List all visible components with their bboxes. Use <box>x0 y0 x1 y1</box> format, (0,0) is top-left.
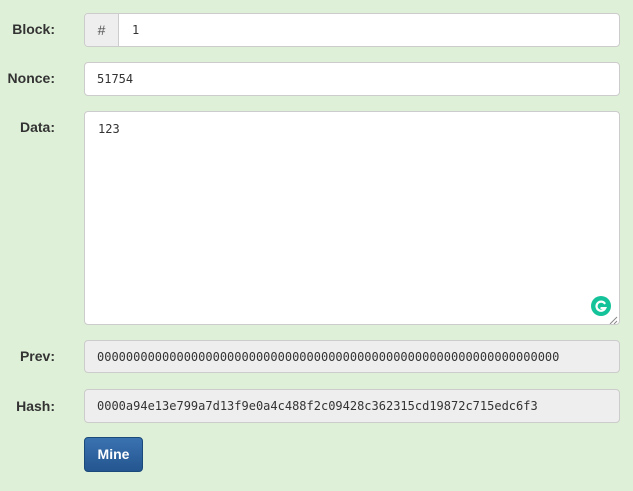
nonce-input[interactable]: 51754 <box>84 62 620 96</box>
hash-input: 0000a94e13e799a7d13f9e0a4c488f2c09428c36… <box>84 389 620 423</box>
data-textarea[interactable]: 123 <box>84 111 620 325</box>
grammarly-icon[interactable] <box>591 296 611 316</box>
block-label: Block: <box>12 21 55 37</box>
block-hash-addon: # <box>85 14 119 46</box>
prev-label: Prev: <box>19 348 55 364</box>
nonce-value: 51754 <box>97 72 134 86</box>
block-value: 1 <box>132 23 140 37</box>
nonce-label: Nonce: <box>7 70 55 86</box>
hash-label: Hash: <box>16 398 55 414</box>
data-label: Data: <box>19 119 55 135</box>
block-input[interactable]: # 1 <box>84 13 620 47</box>
mine-button[interactable]: Mine <box>84 437 143 472</box>
prev-value: 0000000000000000000000000000000000000000… <box>97 350 560 364</box>
hash-value: 0000a94e13e799a7d13f9e0a4c488f2c09428c36… <box>97 399 538 413</box>
data-value: 123 <box>98 122 120 136</box>
prev-input: 0000000000000000000000000000000000000000… <box>84 340 620 373</box>
resize-handle-icon[interactable] <box>609 314 618 324</box>
